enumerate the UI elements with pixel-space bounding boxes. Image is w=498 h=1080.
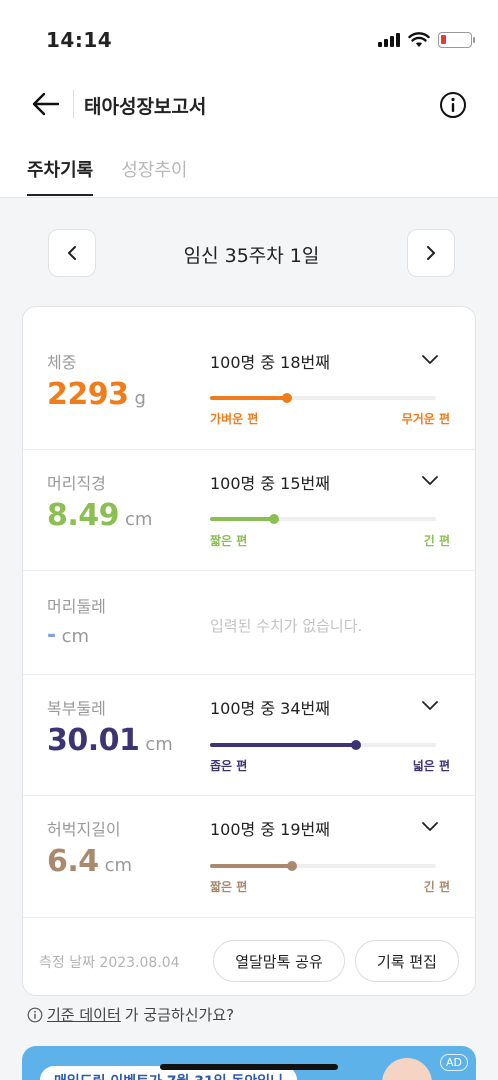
chevron-down-icon[interactable]: [421, 474, 439, 486]
range-low-label: 짧은 편: [210, 534, 248, 548]
percentile-track: [210, 861, 436, 871]
home-indicator: [160, 1064, 338, 1070]
metric-rank: 100명 중 15번째: [210, 474, 330, 493]
tab-bar: 주차기록 성장추이: [27, 156, 188, 196]
app-header: 태아성장보고서: [0, 82, 498, 128]
metric-number: 2293: [47, 377, 129, 412]
card-footer: 측정 날짜 2023.08.04 열달맘톡 공유 기록 편집: [23, 933, 475, 995]
metric-unit: cm: [125, 509, 153, 530]
percentile-fill: [210, 743, 356, 747]
metric-row-abdomen-circumference[interactable]: 복부둘레 30.01 cm 100명 중 34번째 좁은 편 넓은 편: [23, 675, 475, 796]
info-icon[interactable]: [439, 91, 467, 119]
metric-rank: 100명 중 34번째: [210, 699, 330, 718]
chevron-down-icon[interactable]: [421, 353, 439, 365]
metric-row-head-diameter[interactable]: 머리직경 8.49 cm 100명 중 15번째 짧은 편 긴 편: [23, 450, 475, 571]
metric-rank: 100명 중 18번째: [210, 353, 330, 372]
metric-value: 8.49 cm: [47, 498, 152, 533]
ad-badge: AD: [440, 1054, 468, 1071]
metric-number: -: [47, 623, 56, 648]
percentile-marker: [351, 740, 361, 750]
week-navigator: 임신 35주차 1일: [48, 229, 455, 277]
metric-unit: cm: [104, 855, 133, 876]
reference-data-link[interactable]: 기준 데이터: [47, 1004, 121, 1025]
status-time: 14:14: [46, 28, 113, 52]
metric-value: 2293 g: [47, 377, 146, 412]
help-text: 가 궁금하신가요?: [124, 1006, 235, 1024]
top-area: 14:14 태아성장보고서 주차기록 성장추이: [0, 0, 498, 198]
next-week-button[interactable]: [407, 229, 455, 277]
ad-banner[interactable]: 매일드림 이벤트가 7월 31일 동안입니 AD: [22, 1046, 476, 1080]
metric-value: 6.4 cm: [47, 844, 132, 879]
percentile-marker: [282, 393, 292, 403]
tab-weekly-record[interactable]: 주차기록: [27, 156, 94, 196]
metric-label: 복부둘레: [47, 699, 106, 718]
back-button[interactable]: [30, 88, 62, 120]
edit-record-button[interactable]: 기록 편집: [355, 940, 459, 982]
page-title: 태아성장보고서: [84, 96, 207, 118]
baby-illustration: [382, 1058, 432, 1080]
metric-number: 8.49: [47, 498, 120, 533]
metric-unit: cm: [61, 626, 90, 647]
metric-unit: cm: [145, 734, 173, 755]
percentile-fill: [210, 517, 274, 521]
metric-rank: 100명 중 19번째: [210, 820, 330, 839]
metric-row-head-circumference[interactable]: 머리둘레 - cm 입력된 수치가 없습니다.: [23, 571, 475, 675]
metric-unit: g: [134, 388, 146, 409]
range-high-label: 넓은 편: [412, 759, 450, 773]
metric-label: 허벅지길이: [47, 820, 121, 839]
range-high-label: 긴 편: [423, 534, 450, 548]
header-divider: [73, 90, 74, 118]
range-high-label: 긴 편: [423, 880, 450, 894]
week-label: 임신 35주차 1일: [183, 245, 320, 267]
chevron-right-icon: [427, 246, 435, 260]
metric-value: - cm: [47, 623, 89, 648]
range-low-label: 짧은 편: [210, 880, 248, 894]
growth-report-card: 체중 2293 g 100명 중 18번째 가벼운 편 무거운 편 머리직경 8…: [22, 306, 476, 996]
metric-number: 30.01: [47, 723, 140, 758]
metric-label: 체중: [47, 353, 77, 372]
share-button[interactable]: 열달맘톡 공유: [213, 940, 345, 982]
metric-value: 30.01 cm: [47, 723, 173, 758]
metric-label: 머리둘레: [47, 597, 106, 616]
arrow-left-icon: [32, 92, 60, 116]
metric-number: 6.4: [47, 844, 99, 879]
battery-icon: [438, 32, 475, 48]
percentile-track: [210, 514, 436, 524]
percentile-fill: [210, 864, 292, 868]
range-low-label: 가벼운 편: [210, 412, 259, 426]
percentile-track: [210, 393, 436, 403]
percentile-fill: [210, 396, 287, 400]
metric-row-femur-length[interactable]: 허벅지길이 6.4 cm 100명 중 19번째 짧은 편 긴 편: [23, 796, 475, 918]
reference-data-help[interactable]: 기준 데이터 가 궁금하신가요?: [27, 1004, 234, 1025]
cellular-signal-icon: [378, 33, 400, 47]
info-icon: [27, 1007, 43, 1022]
range-high-label: 무거운 편: [401, 412, 450, 426]
metric-row-weight[interactable]: 체중 2293 g 100명 중 18번째 가벼운 편 무거운 편: [23, 307, 475, 450]
metric-label: 머리직경: [47, 474, 106, 493]
status-bar: 14:14: [46, 26, 475, 54]
percentile-marker: [269, 514, 279, 524]
measure-date: 측정 날짜 2023.08.04: [39, 955, 180, 971]
wifi-icon: [408, 32, 430, 47]
percentile-marker: [287, 861, 297, 871]
empty-value-message: 입력된 수치가 없습니다.: [210, 617, 363, 635]
chevron-down-icon[interactable]: [421, 699, 439, 711]
percentile-track: [210, 740, 436, 750]
chevron-down-icon[interactable]: [421, 820, 439, 832]
range-low-label: 좁은 편: [210, 759, 248, 773]
tab-growth-trend[interactable]: 성장추이: [121, 156, 187, 196]
